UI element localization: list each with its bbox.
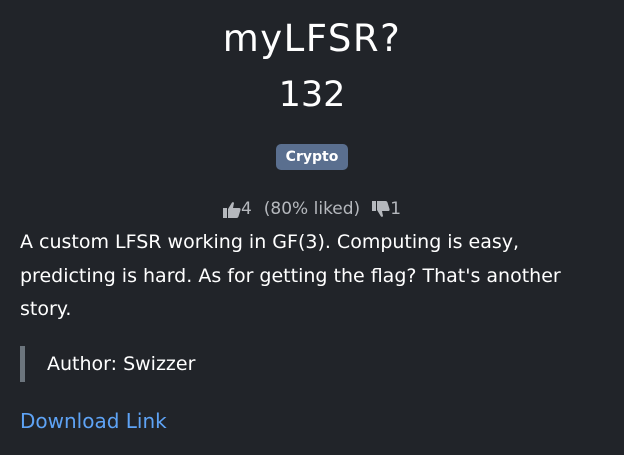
download-link[interactable]: Download Link (20, 405, 167, 437)
dislike-count: 1 (390, 199, 402, 219)
category-badge-container: Crypto (0, 144, 624, 170)
thumbs-down-icon[interactable] (372, 200, 390, 218)
challenge-description: A custom LFSR working in GF(3). Computin… (20, 231, 561, 320)
author-blockquote: Author: Swizzer (20, 346, 195, 382)
liked-percent: (80% liked) (263, 199, 361, 219)
thumbs-up-icon[interactable] (222, 201, 241, 218)
vote-summary: 4 (80% liked) 1 (0, 196, 624, 222)
like-count: 4 (240, 199, 252, 219)
challenge-points: 132 (278, 75, 346, 115)
category-badge: Crypto (275, 144, 349, 170)
challenge-title: myLFSR? (222, 17, 402, 60)
